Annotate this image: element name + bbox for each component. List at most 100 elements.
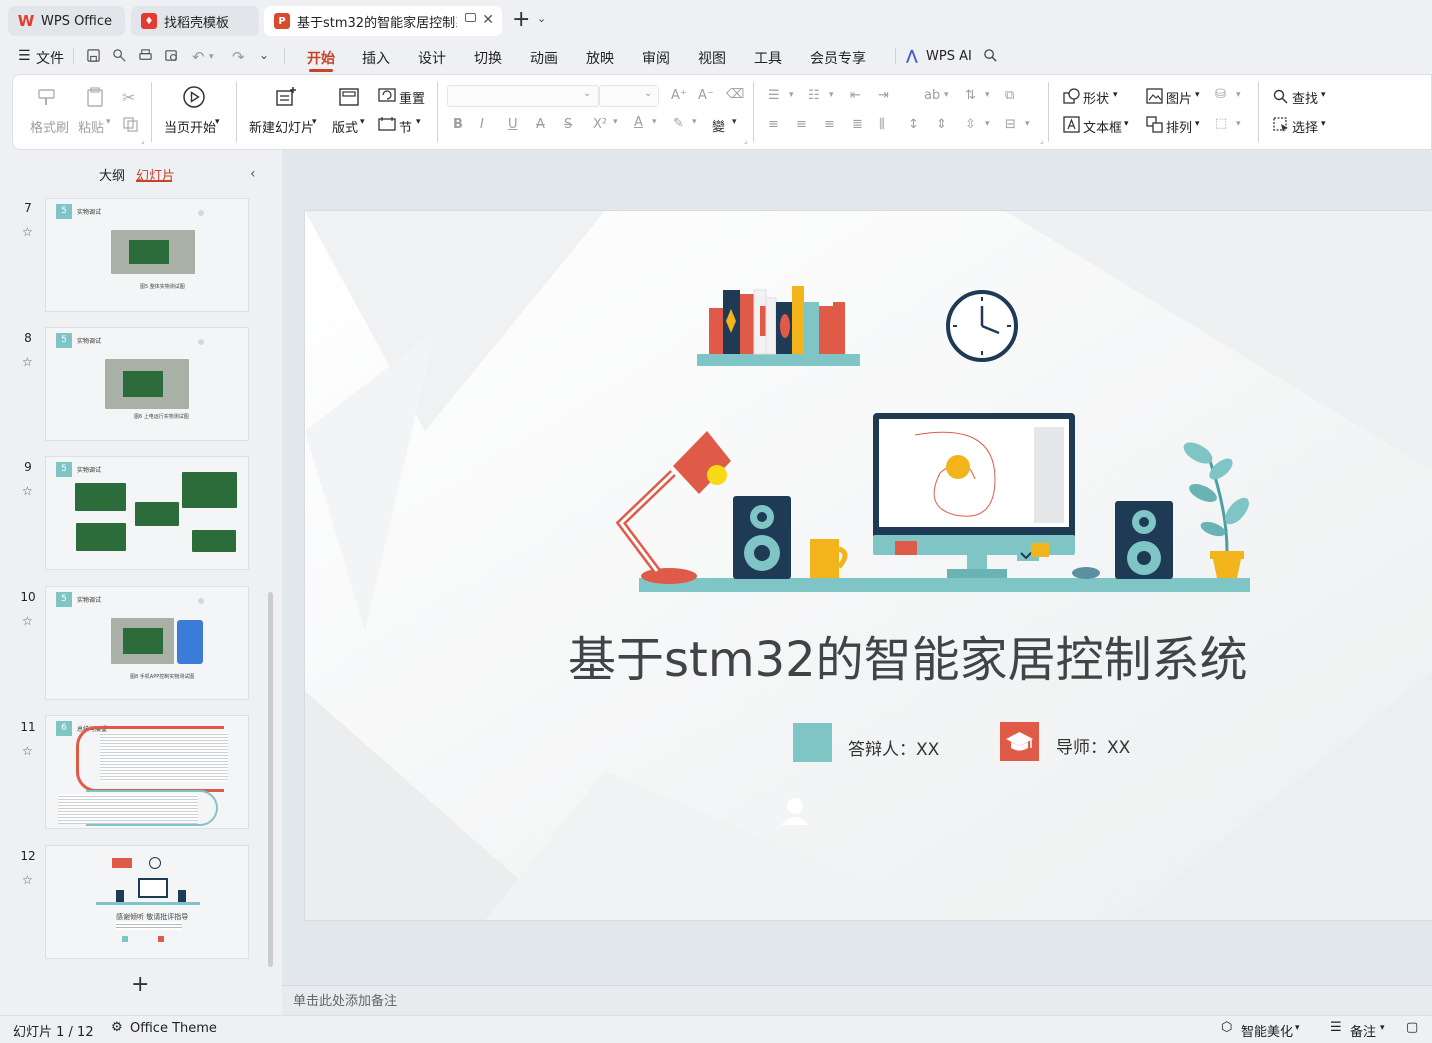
chevron-down-icon[interactable]: ▾ bbox=[1321, 90, 1326, 100]
chevron-down-icon[interactable]: ▾ bbox=[1025, 119, 1030, 129]
chevron-down-icon[interactable]: ▾ bbox=[1236, 119, 1241, 129]
reset-button[interactable]: 重置 bbox=[399, 88, 425, 107]
monitor-icon[interactable] bbox=[465, 13, 476, 22]
picture-button[interactable]: 图片 bbox=[1166, 88, 1192, 107]
comment-icon[interactable]: ▢ bbox=[1406, 1020, 1418, 1035]
underline-icon[interactable]: U bbox=[508, 117, 518, 132]
chevron-down-icon[interactable]: ▾ bbox=[1236, 90, 1241, 100]
chevron-down-icon[interactable]: ▾ bbox=[613, 117, 618, 127]
chevron-down-icon[interactable]: ▾ bbox=[106, 117, 111, 127]
chevron-down-icon[interactable]: ▾ bbox=[692, 117, 697, 127]
save-icon[interactable] bbox=[85, 48, 102, 63]
menu-view[interactable]: 视图 bbox=[698, 48, 726, 68]
notes-pane[interactable] bbox=[282, 985, 1432, 1015]
decrease-indent-icon[interactable]: ⇤ bbox=[850, 88, 861, 103]
highlight-icon[interactable]: ✎ bbox=[673, 116, 684, 131]
start-from-current-button[interactable]: 当页开始 bbox=[164, 117, 216, 136]
menu-wps-ai[interactable]: WPS AI bbox=[926, 49, 972, 64]
chevron-down-icon[interactable]: ▾ bbox=[1124, 119, 1129, 129]
chevron-down-icon[interactable]: ▾ bbox=[944, 90, 949, 100]
outline-icon[interactable]: ⬚ bbox=[1215, 116, 1227, 131]
slide-thumbnail-8[interactable]: 5 实物调试 图6 上电运行实物测试图 bbox=[45, 327, 249, 441]
superscript-icon[interactable]: X² bbox=[593, 117, 607, 132]
star-icon[interactable]: ☆ bbox=[22, 355, 33, 369]
chevron-down-icon[interactable]: ▾ bbox=[789, 90, 794, 100]
numbered-list-icon[interactable]: ☷ bbox=[808, 88, 820, 103]
fill-icon[interactable]: ⛁ bbox=[1215, 87, 1226, 102]
chevron-down-icon[interactable]: ▾ bbox=[1321, 119, 1326, 129]
new-slide-button[interactable]: 新建幻灯片 bbox=[249, 117, 314, 136]
menu-slideshow[interactable]: 放映 bbox=[586, 48, 614, 68]
chevron-down-icon[interactable]: ▾ bbox=[312, 117, 317, 127]
print-preview-icon[interactable] bbox=[163, 48, 180, 63]
chevron-down-icon[interactable]: ▾ bbox=[215, 117, 220, 127]
copy-icon[interactable] bbox=[122, 116, 139, 133]
redo-icon[interactable]: ↷ bbox=[232, 48, 249, 66]
menu-member[interactable]: 会员专享 bbox=[810, 48, 866, 68]
menu-animations[interactable]: 动画 bbox=[530, 48, 558, 68]
star-icon[interactable]: ☆ bbox=[22, 484, 33, 498]
chevron-down-icon[interactable]: ▾ bbox=[829, 90, 834, 100]
undo-icon[interactable]: ↶ bbox=[192, 48, 209, 66]
tab-outline[interactable]: 大纲 bbox=[99, 165, 125, 184]
menu-file[interactable]: 文件 bbox=[36, 48, 64, 68]
textbox-button[interactable]: 文本框 bbox=[1083, 117, 1122, 136]
section-button[interactable]: 节 bbox=[399, 117, 412, 136]
mentor-label[interactable]: 导师：XX bbox=[1056, 733, 1130, 758]
chevron-down-icon[interactable]: ▾ bbox=[1195, 119, 1200, 129]
slide-thumbnail-11[interactable]: 6 总结与展望 bbox=[45, 715, 249, 829]
add-slide-button[interactable]: + bbox=[131, 972, 149, 997]
chevron-down-icon[interactable]: ▾ bbox=[209, 52, 226, 67]
tab-presentation[interactable]: P 基于stm32的智能家居控制系统 ✕ bbox=[264, 6, 502, 36]
chevron-down-icon[interactable]: ▾ bbox=[985, 119, 990, 129]
chevron-down-icon[interactable]: ⌄ bbox=[259, 48, 276, 63]
chevron-down-icon[interactable]: ▾ bbox=[416, 117, 421, 127]
italic-icon[interactable]: I bbox=[480, 117, 484, 132]
smart-beautify-button[interactable]: 智能美化 bbox=[1241, 1021, 1293, 1040]
menu-design[interactable]: 设计 bbox=[418, 48, 446, 68]
menu-review[interactable]: 审阅 bbox=[642, 48, 670, 68]
increase-font-icon[interactable]: A⁺ bbox=[671, 88, 687, 103]
expand-dialog-icon[interactable]: ⌟ bbox=[744, 136, 748, 145]
slide-thumbnail-12[interactable]: 感谢倾听 敬请批评指导 bbox=[45, 845, 249, 959]
bullet-list-icon[interactable]: ☰ bbox=[768, 88, 780, 103]
chevron-down-icon[interactable]: ▾ bbox=[1380, 1023, 1385, 1033]
align-left-icon[interactable]: ≡ bbox=[768, 117, 779, 132]
slide-thumbnail-10[interactable]: 5 实物调试 图8 手机APP控制实物测试图 bbox=[45, 586, 249, 700]
star-icon[interactable]: ☆ bbox=[22, 614, 33, 628]
cut-icon[interactable]: ✂ bbox=[122, 88, 135, 107]
find-button[interactable]: 查找 bbox=[1292, 88, 1318, 107]
chevron-down-icon[interactable]: ▾ bbox=[1195, 90, 1200, 100]
presenter-label[interactable]: 答辩人：XX bbox=[848, 735, 939, 760]
chevron-down-icon[interactable]: ▾ bbox=[652, 117, 657, 127]
menu-tools[interactable]: 工具 bbox=[754, 48, 782, 68]
decrease-font-icon[interactable]: A⁻ bbox=[698, 88, 714, 103]
paste-button[interactable]: 粘贴 bbox=[78, 117, 104, 136]
text-align-vertical-icon[interactable]: ⊟ bbox=[1005, 117, 1016, 132]
shape-button[interactable]: 形状 bbox=[1083, 88, 1109, 107]
menu-home[interactable]: 开始 bbox=[307, 48, 335, 68]
slide-thumbnail-7[interactable]: 5 实物调试 图5 整体实物测试图 bbox=[45, 198, 249, 312]
menu-transitions[interactable]: 切换 bbox=[474, 48, 502, 68]
chevron-down-icon[interactable]: ▾ bbox=[360, 117, 365, 127]
chevron-down-icon[interactable]: ▾ bbox=[1113, 90, 1118, 100]
clear-format-icon[interactable]: ⌫ bbox=[726, 87, 744, 102]
close-icon[interactable]: ✕ bbox=[482, 12, 494, 28]
strikethrough-s-icon[interactable]: S bbox=[564, 117, 572, 132]
font-family-select[interactable] bbox=[447, 85, 599, 107]
select-button[interactable]: 选择 bbox=[1292, 117, 1318, 136]
theme-name[interactable]: Office Theme bbox=[130, 1021, 217, 1036]
expand-dialog-icon[interactable]: ⌟ bbox=[1040, 136, 1044, 145]
new-tab-button[interactable]: + bbox=[512, 9, 530, 31]
increase-indent-icon[interactable]: ⇥ bbox=[878, 88, 889, 103]
format-painter-button[interactable]: 格式刷 bbox=[30, 117, 69, 136]
chevron-down-icon[interactable]: ▾ bbox=[985, 90, 990, 100]
expand-dialog-icon[interactable]: ⌟ bbox=[141, 136, 145, 145]
justify-icon[interactable]: ≣ bbox=[852, 117, 863, 132]
tab-docer-templates[interactable]: ♦ 找稻壳模板 bbox=[131, 6, 259, 36]
panel-scrollbar[interactable] bbox=[268, 592, 273, 967]
slide-canvas[interactable] bbox=[305, 211, 1432, 920]
arrange-button[interactable]: 排列 bbox=[1166, 117, 1192, 136]
convert-smartart-icon[interactable]: ⧉ bbox=[1005, 88, 1014, 103]
phonetic-icon[interactable]: 變 bbox=[712, 116, 725, 135]
